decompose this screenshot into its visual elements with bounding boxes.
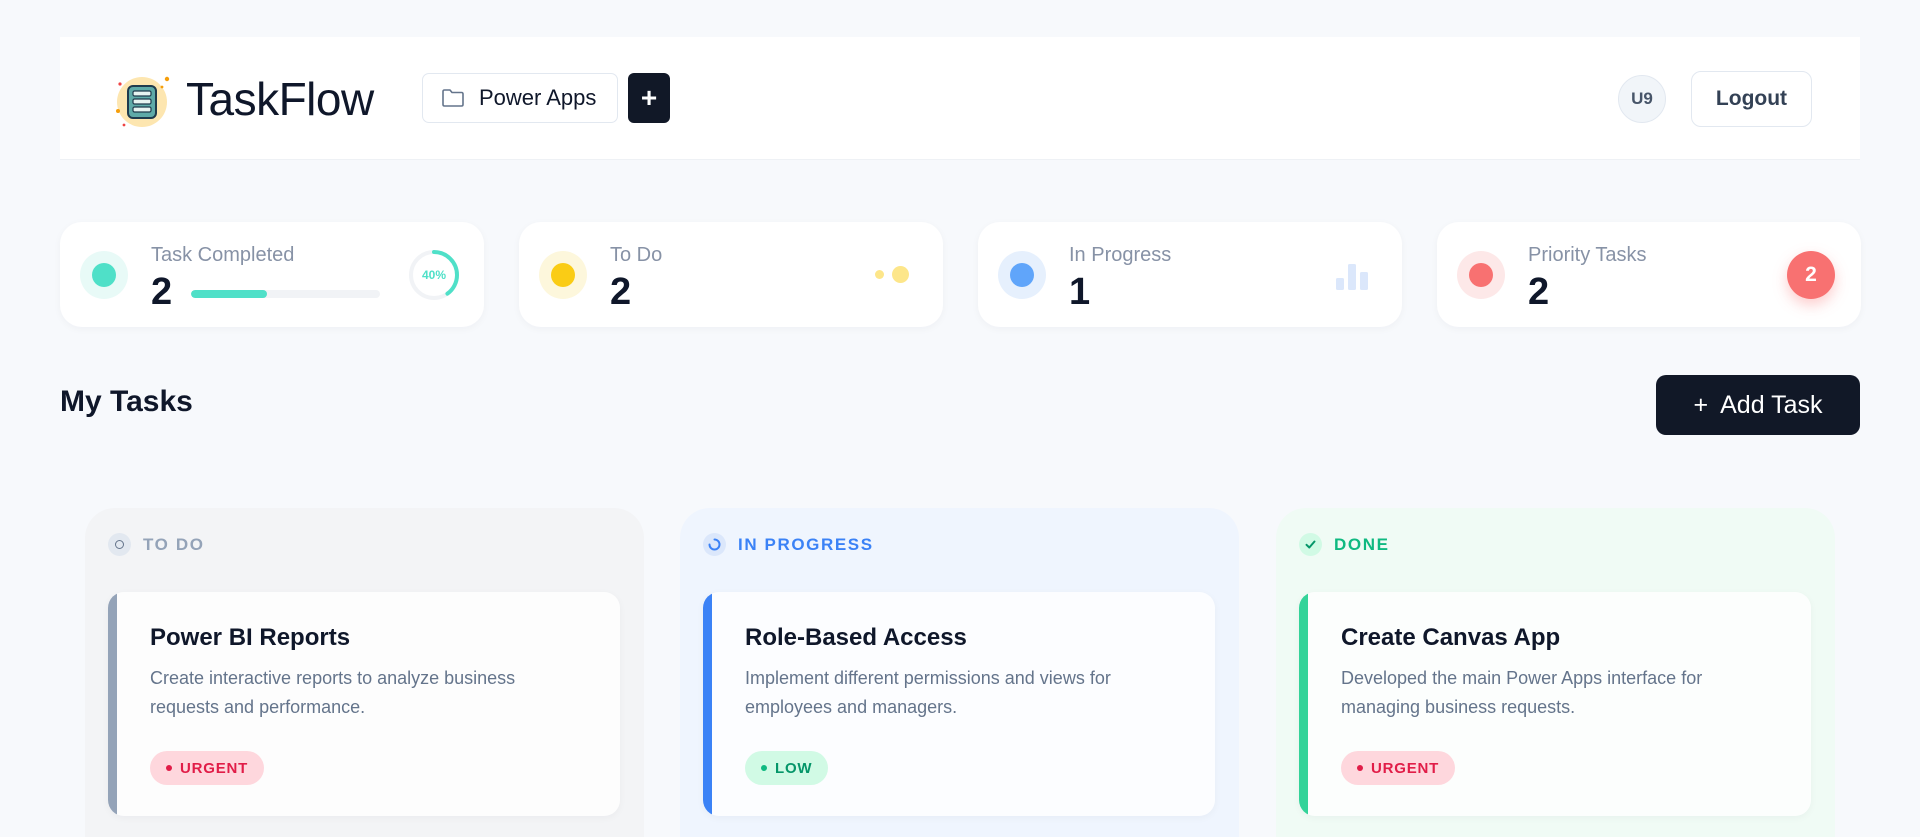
stat-value: 1 [1069, 271, 1091, 313]
stat-value: 2 [151, 271, 173, 313]
column-todo: TO DO Power BI Reports Create interactiv… [85, 508, 644, 837]
dot-icon [761, 765, 767, 771]
column-done: DONE Create Canvas App Developed the mai… [1276, 508, 1835, 837]
card-accent [108, 592, 117, 816]
brand-name: TaskFlow [186, 73, 374, 125]
column-header: IN PROGRESS [703, 533, 874, 556]
stat-label: Priority Tasks [1528, 244, 1647, 266]
todo-dot-icon [551, 263, 575, 287]
app-header: TaskFlow Power Apps + U9 Logout [60, 37, 1860, 160]
priority-badge: URGENT [1341, 751, 1456, 785]
task-title: Create Canvas App [1341, 624, 1561, 651]
column-header: TO DO [108, 533, 205, 556]
stat-value: 2 [610, 271, 632, 313]
priority-badge: URGENT [150, 751, 265, 785]
completion-percent: 40% [421, 268, 447, 282]
task-description: Implement different permissions and view… [745, 668, 1111, 717]
dot-icon [166, 765, 172, 771]
column-title: DONE [1334, 534, 1390, 554]
priority-label: URGENT [1371, 759, 1440, 777]
stat-label: Task Completed [151, 244, 295, 266]
task-description: Create interactive reports to analyze bu… [150, 668, 516, 717]
task-title: Role-Based Access [745, 624, 967, 651]
task-card[interactable]: Role-Based Access Implement different pe… [703, 592, 1215, 816]
progress-fill [191, 290, 267, 298]
folder-icon [442, 89, 464, 107]
logout-button[interactable]: Logout [1691, 71, 1812, 127]
column-title: IN PROGRESS [738, 534, 874, 554]
page-title: My Tasks [60, 385, 193, 418]
dot-icon [1357, 765, 1363, 771]
card-accent [703, 592, 712, 816]
add-task-button[interactable]: + Add Task [1656, 375, 1860, 435]
completion-progress-bar [191, 290, 380, 298]
in-progress-dot-icon [1010, 263, 1034, 287]
column-header: DONE [1299, 533, 1390, 556]
task-card[interactable]: Create Canvas App Developed the main Pow… [1299, 592, 1811, 816]
stat-label: To Do [610, 244, 663, 266]
task-description: Developed the main Power Apps interface … [1341, 668, 1703, 717]
column-title: TO DO [143, 534, 205, 554]
dots-decoration-icon [875, 266, 909, 283]
completed-dot-icon [92, 263, 116, 287]
card-accent [1299, 592, 1308, 816]
logo-icon [116, 76, 170, 127]
status-indicator [1457, 251, 1505, 299]
spinner-icon [703, 533, 726, 556]
priority-dot-icon [1469, 263, 1493, 287]
stat-card-todo: To Do 2 [519, 222, 943, 327]
status-indicator [998, 251, 1046, 299]
add-task-label: Add Task [1720, 390, 1823, 419]
stat-card-priority: Priority Tasks 2 2 [1437, 222, 1861, 327]
priority-badge: LOW [745, 751, 829, 785]
priority-count-badge: 2 [1787, 251, 1835, 299]
avatar[interactable]: U9 [1618, 75, 1666, 123]
status-indicator [80, 251, 128, 299]
add-project-button[interactable]: + [628, 73, 670, 123]
circle-icon [108, 533, 131, 556]
bar-chart-icon [1336, 264, 1368, 290]
priority-label: LOW [775, 759, 813, 777]
project-name: Power Apps [479, 85, 597, 110]
plus-icon: + [1693, 390, 1709, 419]
check-icon [1299, 533, 1322, 556]
stat-value: 2 [1528, 271, 1550, 313]
stat-label: In Progress [1069, 244, 1172, 266]
status-indicator [539, 251, 587, 299]
stat-card-completed: Task Completed 2 40% [60, 222, 484, 327]
priority-label: URGENT [180, 759, 249, 777]
task-title: Power BI Reports [150, 624, 351, 651]
stat-card-in-progress: In Progress 1 [978, 222, 1402, 327]
project-selector-button[interactable]: Power Apps [422, 73, 618, 123]
column-in-progress: IN PROGRESS Role-Based Access Implement … [680, 508, 1239, 837]
task-card[interactable]: Power BI Reports Create interactive repo… [108, 592, 620, 816]
